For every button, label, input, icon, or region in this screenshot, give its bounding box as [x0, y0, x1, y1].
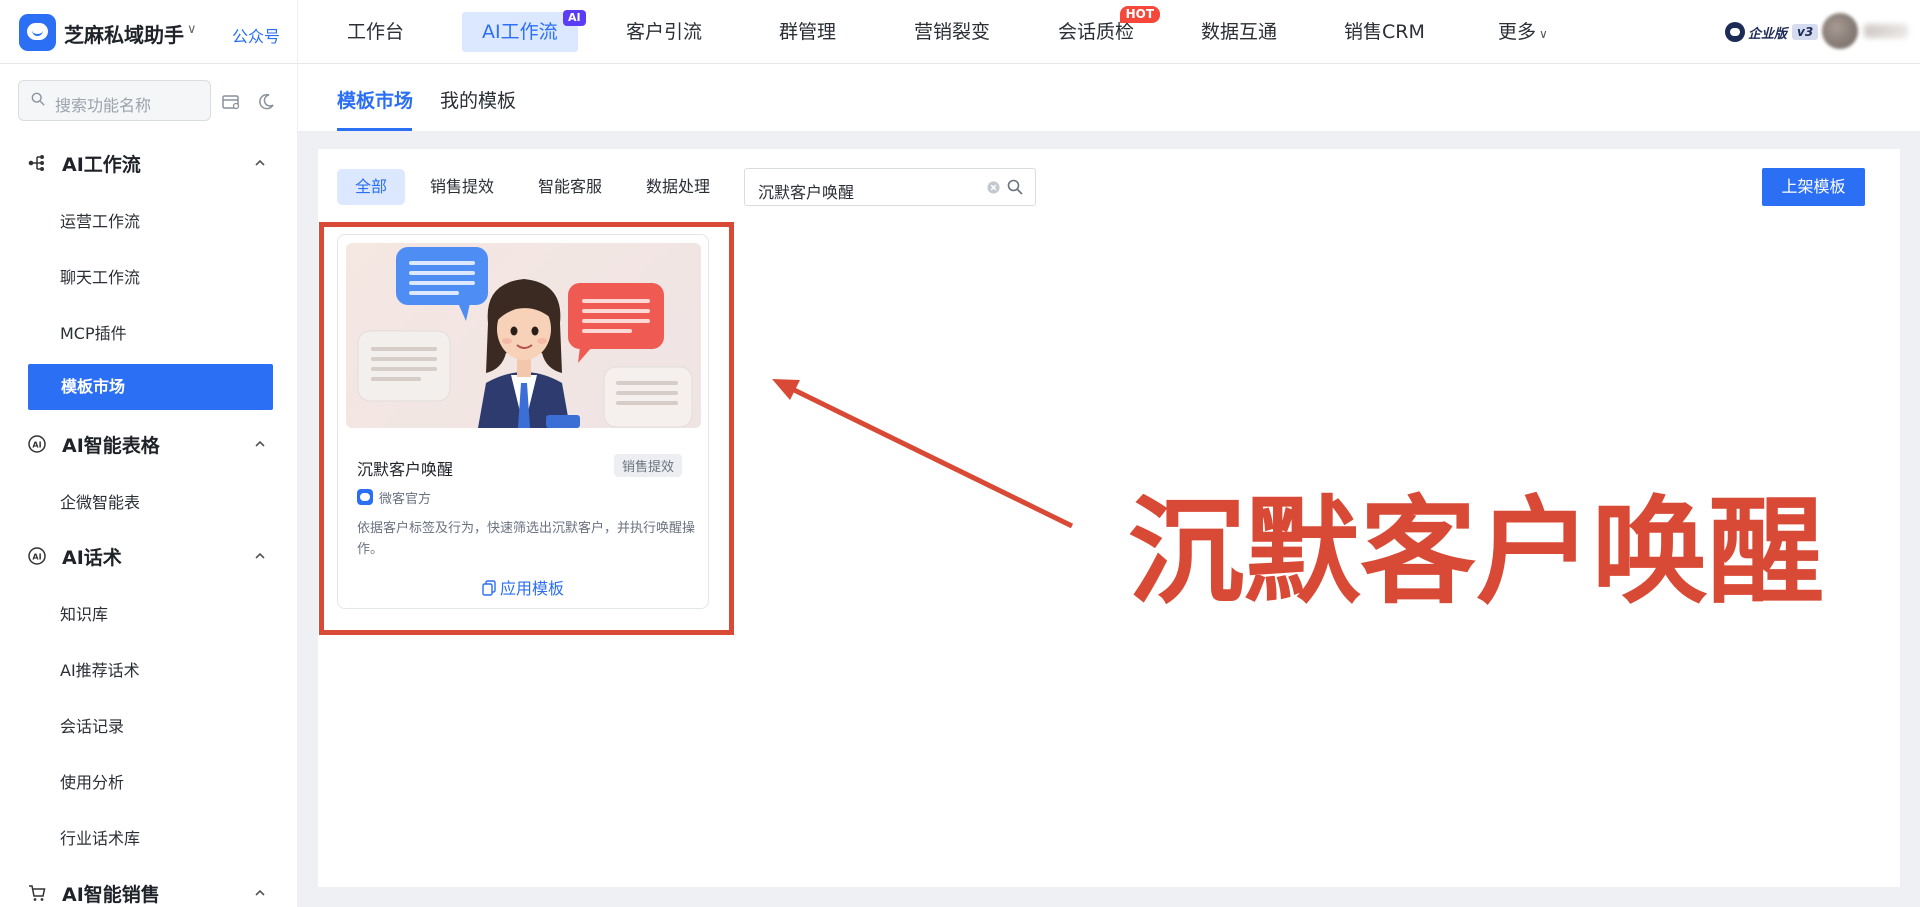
brand-area: 芝麻私域助手 ∨ 公众号 [0, 0, 298, 64]
tab-template-market[interactable]: 模板市场 [337, 86, 413, 113]
publish-template-button[interactable]: 上架模板 [1762, 168, 1865, 206]
sidebar: 搜索功能名称 AI工作流 运营工作流 聊天工作流 MCP插件 模板市场 AI A… [0, 64, 298, 907]
official-account-link[interactable]: 公众号 [232, 23, 280, 47]
category-all[interactable]: 全部 [337, 169, 406, 205]
avatar[interactable] [1822, 13, 1858, 49]
sidebar-item-knowledge-base[interactable]: 知识库 [60, 601, 108, 625]
enterprise-icon [1725, 22, 1745, 42]
nav-group-management[interactable]: 群管理 [759, 12, 856, 52]
sidebar-item-session-records[interactable]: 会话记录 [60, 713, 124, 737]
category-smart-service[interactable]: 智能客服 [520, 169, 620, 205]
user-name-blurred[interactable] [1864, 24, 1908, 38]
brand-name[interactable]: 芝麻私域助手 [64, 19, 184, 48]
active-tab-indicator [337, 128, 412, 131]
ai-badge: AI [563, 10, 586, 26]
top-nav-bar: 芝麻私域助手 ∨ 公众号 工作台 AI工作流 AI 客户引流 群管理 营销裂变 … [0, 0, 1920, 64]
sidebar-group-ai-sales[interactable]: AI智能销售 [27, 881, 160, 906]
sidebar-group-ai-scripts[interactable]: AI AI话术 [27, 544, 122, 569]
chevron-up-icon[interactable] [253, 437, 267, 451]
tab-bar: 模板市场 我的模板 [298, 64, 1920, 131]
ai-circle-icon: AI [28, 435, 46, 453]
sidebar-item-usage-analysis[interactable]: 使用分析 [60, 769, 124, 793]
ai-circle-icon: AI [28, 547, 46, 565]
nav-sales-crm[interactable]: 销售CRM [1324, 12, 1445, 52]
card-settings-icon[interactable] [221, 92, 241, 112]
search-icon [31, 92, 45, 106]
edition-badge[interactable]: 企业版 v3 [1725, 21, 1819, 43]
cart-icon [29, 885, 46, 901]
workflow-icon [28, 155, 44, 171]
template-search-input[interactable]: 沉默客户唤醒 [744, 168, 1036, 206]
sidebar-item-chat-workflow[interactable]: 聊天工作流 [60, 264, 140, 288]
clear-icon[interactable] [986, 180, 1001, 195]
nav-marketing-fission[interactable]: 营销裂变 [894, 12, 1010, 52]
chevron-up-icon[interactable] [253, 156, 267, 170]
annotation-highlight-box [319, 222, 734, 635]
category-data-processing[interactable]: 数据处理 [628, 169, 728, 205]
chevron-up-icon[interactable] [253, 549, 267, 563]
chevron-down-icon[interactable]: ∨ [187, 22, 197, 37]
sidebar-item-industry-scripts[interactable]: 行业话术库 [60, 825, 140, 849]
sidebar-item-template-market[interactable]: 模板市场 [28, 364, 273, 410]
sidebar-item-wecom-smart-table[interactable]: 企微智能表 [60, 489, 140, 513]
annotation-text: 沉默客户唤醒 [1128, 485, 1824, 620]
sidebar-item-ai-recommend[interactable]: AI推荐话术 [60, 657, 140, 681]
nav-customer-acquisition[interactable]: 客户引流 [606, 12, 722, 52]
hot-badge: HOT [1119, 6, 1161, 23]
sidebar-search-input[interactable]: 搜索功能名称 [18, 80, 211, 121]
sidebar-item-mcp-plugin[interactable]: MCP插件 [60, 320, 127, 344]
annotation-arrow-icon [772, 379, 1074, 529]
chevron-down-icon: ∨ [1539, 27, 1548, 41]
tab-my-templates[interactable]: 我的模板 [440, 86, 516, 113]
category-sales-efficiency[interactable]: 销售提效 [412, 169, 512, 205]
sidebar-group-ai-workflow[interactable]: AI工作流 [27, 151, 141, 176]
nav-session-qc[interactable]: 会话质检 HOT [1038, 6, 1161, 52]
nav-workbench[interactable]: 工作台 [327, 12, 424, 52]
svg-text:AI: AI [32, 441, 41, 450]
nav-more[interactable]: 更多 ∨ [1478, 12, 1568, 52]
sidebar-item-ops-workflow[interactable]: 运营工作流 [60, 208, 140, 232]
brand-logo-icon[interactable] [19, 14, 56, 51]
nav-data-sync[interactable]: 数据互通 [1181, 12, 1297, 52]
sidebar-group-ai-table[interactable]: AI AI智能表格 [27, 432, 160, 457]
chevron-up-icon[interactable] [253, 886, 267, 900]
nav-ai-workflow[interactable]: AI工作流 AI [462, 10, 586, 52]
moon-icon[interactable] [256, 92, 276, 112]
search-icon[interactable] [1007, 179, 1023, 195]
svg-text:AI: AI [32, 553, 41, 562]
